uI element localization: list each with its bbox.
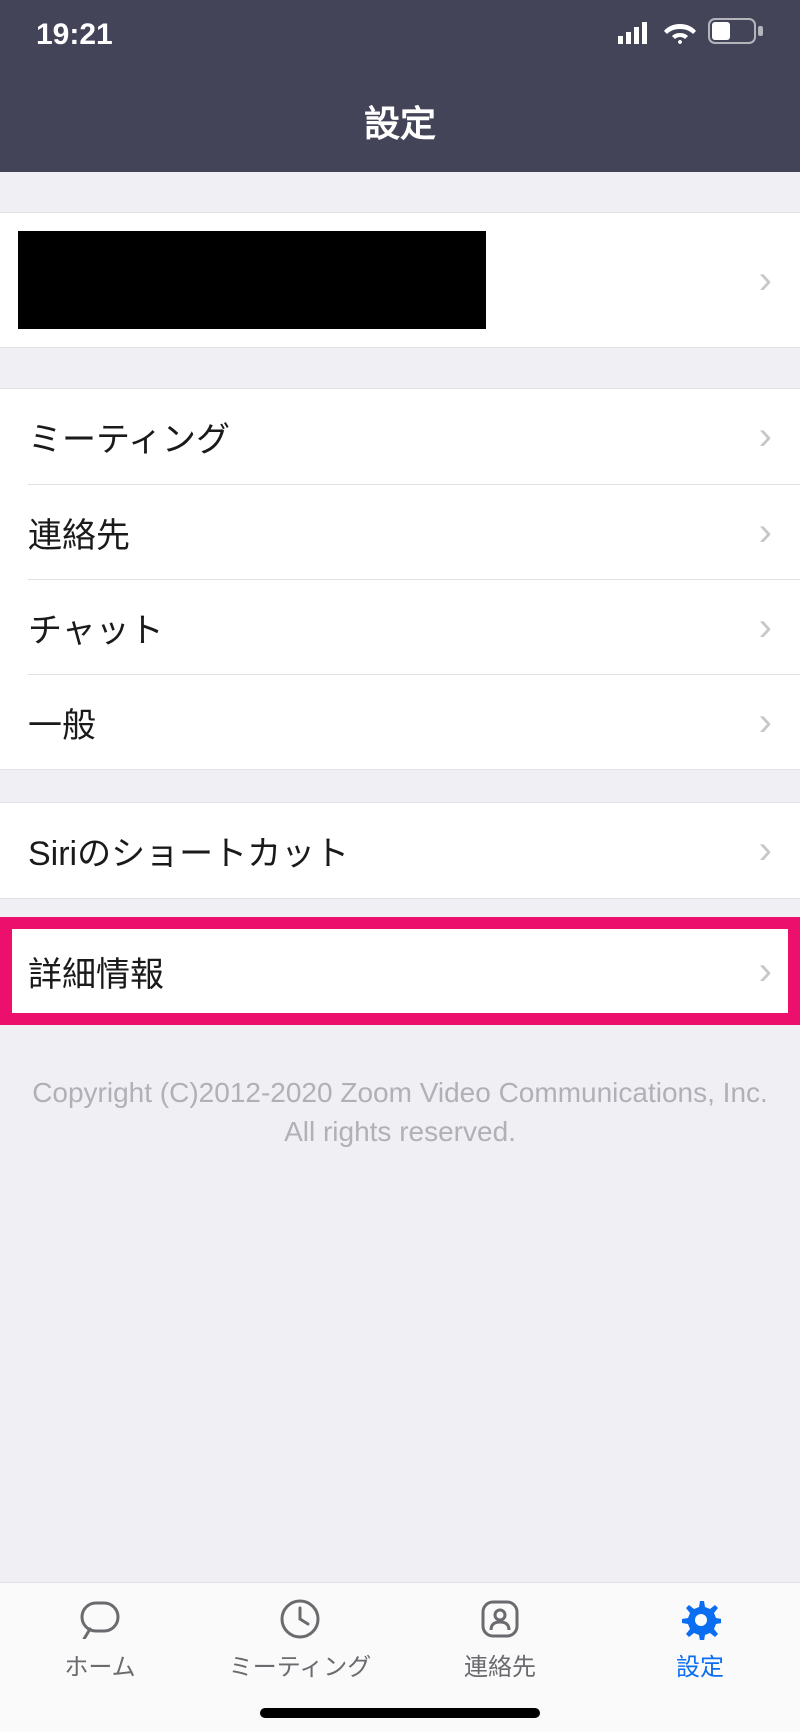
contacts-icon — [476, 1597, 524, 1641]
row-general[interactable]: 一般 › — [28, 674, 800, 769]
tab-label: 連絡先 — [464, 1647, 536, 1682]
status-indicators — [618, 18, 764, 52]
chevron-right-icon: › — [759, 414, 772, 459]
row-label: ミーティング — [28, 412, 230, 461]
row-label: 一般 — [28, 698, 96, 747]
row-label: Siriのショートカット — [28, 826, 349, 875]
chevron-right-icon: › — [759, 828, 772, 873]
home-icon — [76, 1597, 124, 1641]
row-chat[interactable]: チャット › — [28, 579, 800, 674]
home-indicator[interactable] — [260, 1708, 540, 1718]
copyright-line1: Copyright (C)2012-2020 Zoom Video Commun… — [30, 1073, 770, 1112]
settings-group-2: Siriのショートカット › — [0, 802, 800, 899]
chevron-right-icon: › — [759, 700, 772, 745]
tab-meeting[interactable]: ミーティング — [200, 1583, 400, 1696]
tab-home[interactable]: ホーム — [0, 1583, 200, 1696]
chevron-right-icon: › — [759, 510, 772, 555]
row-detail-highlighted[interactable]: 詳細情報 › — [0, 917, 800, 1025]
copyright-line2: All rights reserved. — [30, 1112, 770, 1151]
tab-settings[interactable]: 設定 — [600, 1583, 800, 1696]
tab-label: 設定 — [676, 1647, 724, 1682]
row-label: 連絡先 — [28, 508, 130, 557]
clock-icon — [276, 1597, 324, 1641]
battery-icon — [708, 18, 764, 52]
tab-contacts[interactable]: 連絡先 — [400, 1583, 600, 1696]
status-bar: 19:21 — [0, 0, 800, 70]
header: 19:21 設定 — [0, 0, 800, 172]
profile-redacted — [18, 231, 486, 329]
gear-icon — [676, 1597, 724, 1641]
row-label: チャット — [28, 603, 164, 652]
nav-bar: 設定 — [0, 70, 800, 172]
chevron-right-icon: › — [759, 258, 772, 303]
row-label: 詳細情報 — [28, 947, 164, 996]
row-meeting[interactable]: ミーティング › — [0, 389, 800, 484]
row-siri[interactable]: Siriのショートカット › — [0, 803, 800, 898]
cellular-icon — [618, 18, 652, 52]
row-contacts[interactable]: 連絡先 › — [28, 484, 800, 579]
tab-label: ホーム — [64, 1647, 135, 1682]
page-title: 設定 — [364, 95, 436, 147]
status-time: 19:21 — [36, 18, 113, 52]
copyright-text: Copyright (C)2012-2020 Zoom Video Commun… — [0, 1025, 800, 1151]
content: › ミーティング › 連絡先 › チャット › 一般 › Si — [0, 172, 800, 1582]
profile-row[interactable]: › — [0, 212, 800, 348]
chevron-right-icon: › — [759, 605, 772, 650]
wifi-icon — [664, 18, 696, 52]
settings-group-1: ミーティング › 連絡先 › チャット › 一般 › — [0, 388, 800, 770]
chevron-right-icon: › — [759, 949, 772, 994]
tab-label: ミーティング — [229, 1647, 372, 1682]
